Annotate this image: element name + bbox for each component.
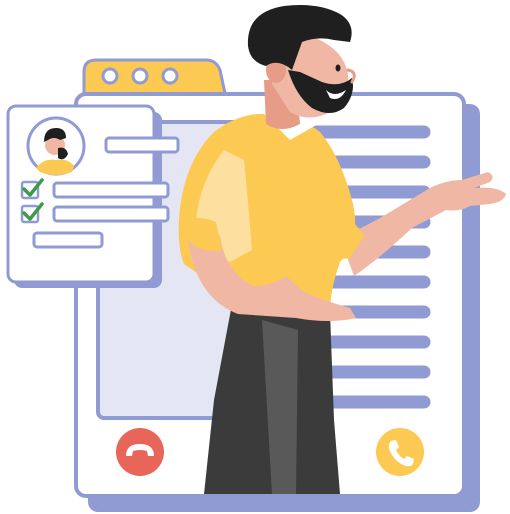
contact-illustration [0,0,510,514]
window-dot-icon [101,67,119,85]
card-extra-field [32,231,104,249]
hangup-button-bg[interactable] [116,428,164,476]
window-dot-icon [161,67,179,85]
window-dot-icon [131,67,149,85]
checklist-field [52,181,170,199]
man-eye [335,64,341,72]
card-name-field [104,136,180,154]
answer-button-bg[interactable] [376,428,424,476]
contact-card [6,104,180,288]
avatar-icon [26,116,86,176]
illustration-canvas [6,5,506,512]
hangup-button[interactable] [116,428,164,476]
answer-button[interactable] [376,428,424,476]
checklist-field [52,205,170,223]
